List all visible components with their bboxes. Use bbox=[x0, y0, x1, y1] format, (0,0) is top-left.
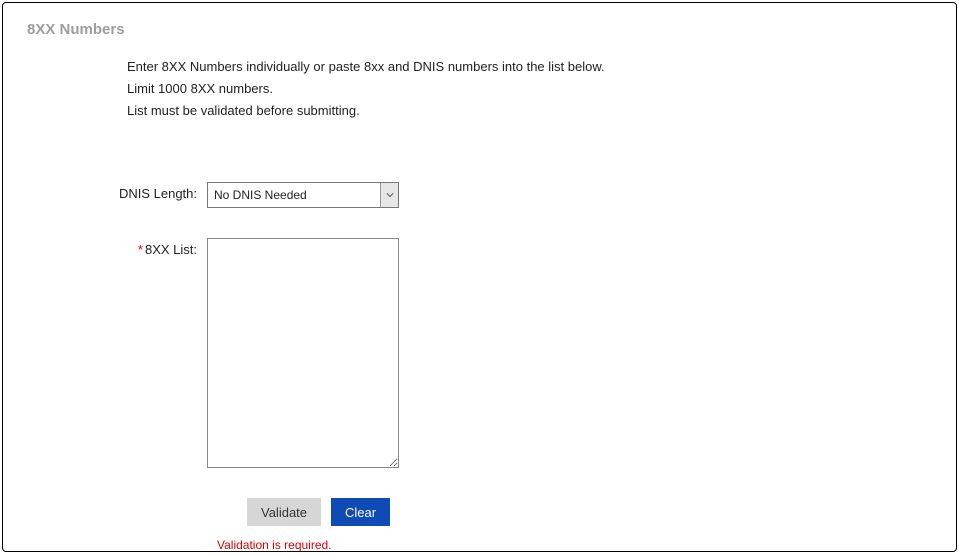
dnis-length-label: DNIS Length: bbox=[27, 182, 207, 201]
validation-error-message: Validation is required. bbox=[217, 538, 932, 552]
chevron-down-icon bbox=[380, 183, 398, 207]
numbers-panel: 8XX Numbers Enter 8XX Numbers individual… bbox=[2, 2, 957, 552]
required-mark: * bbox=[138, 242, 143, 257]
validate-button[interactable]: Validate bbox=[247, 498, 321, 526]
instruction-line-2: Limit 1000 8XX numbers. bbox=[127, 78, 932, 100]
list-label: 8XX List: bbox=[145, 242, 197, 257]
instructions-block: Enter 8XX Numbers individually or paste … bbox=[127, 56, 932, 122]
instruction-line-1: Enter 8XX Numbers individually or paste … bbox=[127, 56, 932, 78]
form-area: DNIS Length: No DNIS Needed *8XX List: V… bbox=[27, 182, 932, 552]
section-title: 8XX Numbers bbox=[27, 21, 932, 38]
clear-button[interactable]: Clear bbox=[331, 498, 390, 526]
button-row: Validate Clear bbox=[217, 498, 932, 526]
dnis-length-row: DNIS Length: No DNIS Needed bbox=[27, 182, 932, 208]
instruction-line-3: List must be validated before submitting… bbox=[127, 100, 932, 122]
dnis-length-select[interactable]: No DNIS Needed bbox=[207, 182, 399, 208]
dnis-length-value: No DNIS Needed bbox=[208, 188, 380, 202]
list-label-wrap: *8XX List: bbox=[27, 238, 207, 257]
list-row: *8XX List: bbox=[27, 238, 932, 468]
list-textarea[interactable] bbox=[207, 238, 399, 468]
